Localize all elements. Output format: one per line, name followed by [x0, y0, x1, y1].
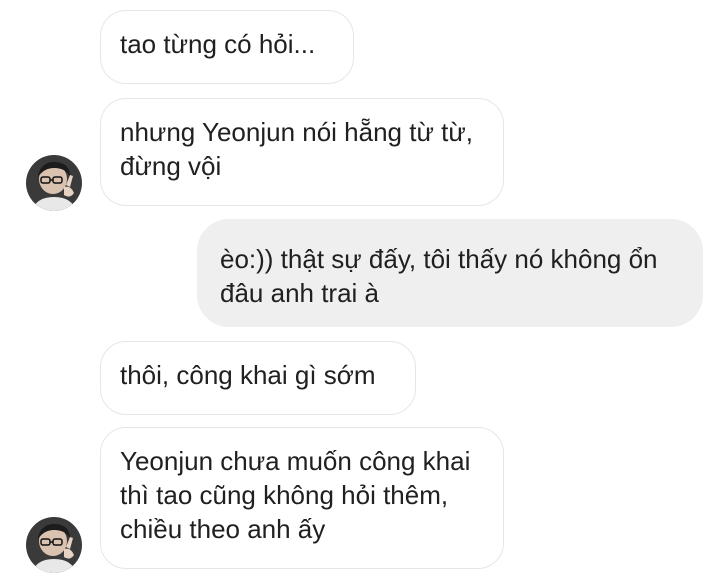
- received-message-bubble[interactable]: Yeonjun chưa muốn công khai thì tao cũng…: [100, 427, 504, 569]
- sent-message-bubble[interactable]: èo:)) thật sự đấy, tôi thấy nó không ổn …: [197, 219, 703, 327]
- received-message-bubble[interactable]: tao từng có hỏi...: [100, 10, 354, 84]
- contact-avatar[interactable]: [26, 517, 82, 573]
- received-message-bubble[interactable]: thôi, công khai gì sớm: [100, 341, 416, 415]
- avatar-photo-icon: [26, 517, 82, 573]
- message-text: èo:)) thật sự đấy, tôi thấy nó không ổn …: [220, 244, 658, 308]
- contact-avatar[interactable]: [26, 155, 82, 211]
- message-text: thôi, công khai gì sớm: [120, 360, 376, 390]
- received-message-bubble[interactable]: nhưng Yeonjun nói hẵng từ từ, đừng vội: [100, 98, 504, 206]
- avatar-photo-icon: [26, 155, 82, 211]
- message-text: nhưng Yeonjun nói hẵng từ từ, đừng vội: [120, 117, 473, 181]
- message-text: tao từng có hỏi...: [120, 29, 316, 59]
- message-text: Yeonjun chưa muốn công khai thì tao cũng…: [120, 446, 471, 544]
